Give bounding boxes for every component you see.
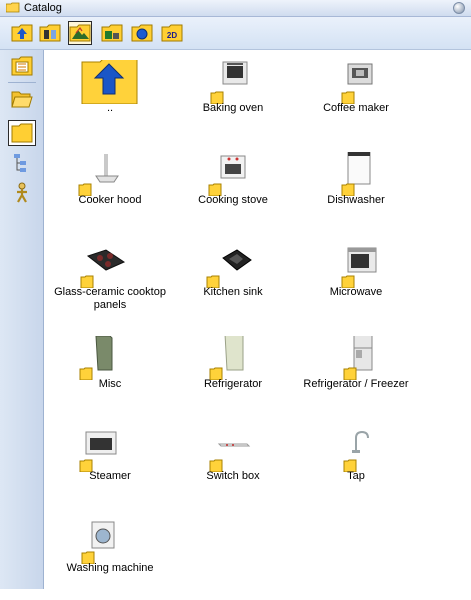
- up-folder-icon: [81, 60, 138, 104]
- catalog-item-label: Misc: [98, 378, 122, 390]
- 2d-view-icon: 2D: [161, 24, 183, 42]
- up-folder-icon: [11, 24, 33, 42]
- person-icon: [17, 182, 27, 203]
- microwave-icon: [341, 247, 377, 288]
- furniture-folder-icon: [101, 24, 123, 42]
- tree-view-button[interactable]: [8, 150, 36, 176]
- refrigerator-freezer-icon: [343, 336, 373, 380]
- catalog-item-label: Refrigerator: [203, 378, 263, 390]
- catalog-item-label: Dishwasher: [327, 194, 385, 206]
- dishwasher-icon: [341, 152, 371, 196]
- furniture-folder-button[interactable]: [100, 21, 124, 45]
- toolbar: 2D: [0, 17, 471, 50]
- catalog-item-refrigerator[interactable]: Refrigerator: [167, 326, 299, 416]
- washing-machine-icon: [81, 521, 115, 564]
- kitchen-sink-icon: [206, 249, 252, 288]
- cooker-hood-icon: [78, 154, 119, 196]
- catalog-item-label: Coffee maker: [323, 102, 389, 114]
- catalog-item-cooker-hood[interactable]: Cooker hood: [44, 142, 176, 232]
- folder-button[interactable]: [8, 120, 36, 146]
- misc-cabinet-icon: [79, 336, 113, 380]
- folder-icon: [6, 2, 20, 13]
- catalog-item-steamer[interactable]: Steamer: [44, 418, 176, 508]
- pin-icon[interactable]: [453, 2, 465, 14]
- calendar-icon: [11, 56, 33, 76]
- catalog-item-refrigerator-freezer[interactable]: Refrigerator / Freezer: [290, 326, 422, 416]
- calendar-button[interactable]: [8, 53, 36, 79]
- catalog-item-label: Kitchen sink: [203, 286, 263, 298]
- person-button[interactable]: [8, 180, 36, 206]
- catalog-item-label: Washing machine: [66, 562, 154, 574]
- coffee-maker-icon: [341, 63, 373, 104]
- tree-view-icon: [14, 154, 26, 172]
- cooking-stove-icon: [208, 155, 246, 196]
- catalog-item-label: Switch box: [206, 470, 260, 482]
- baking-oven-icon: [210, 61, 248, 104]
- catalog-item-dishwasher[interactable]: Dishwasher: [290, 142, 422, 232]
- catalog-item-microwave[interactable]: Microwave: [290, 234, 422, 324]
- catalog-item-label: Glass-ceramic cooktop panels: [54, 286, 166, 311]
- open-folder-button[interactable]: [8, 86, 36, 112]
- catalog-item-label: Cooker hood: [78, 194, 142, 206]
- catalog-item-label: Baking oven: [202, 102, 264, 114]
- up-folder-button[interactable]: [10, 21, 34, 45]
- catalog-item-label: ..: [106, 102, 114, 114]
- globe-button[interactable]: [130, 21, 154, 45]
- landscape-button[interactable]: [68, 21, 92, 45]
- refrigerator-icon: [209, 336, 244, 380]
- steamer-icon: [79, 431, 117, 472]
- catalog-item-glass-ceramic-cooktop-panels[interactable]: Glass-ceramic cooktop panels: [44, 234, 176, 324]
- switch-box-icon: [209, 443, 251, 472]
- catalog-grid: .. Baking oven Coffee maker Cooker hood: [44, 50, 471, 589]
- catalog-item-cooking-stove[interactable]: Cooking stove: [167, 142, 299, 232]
- sidebar: [0, 50, 44, 589]
- catalog-item-kitchen-sink[interactable]: Kitchen sink: [167, 234, 299, 324]
- catalog-view-button[interactable]: [38, 21, 62, 45]
- sidebar-divider: [8, 82, 36, 83]
- catalog-item-coffee-maker[interactable]: Coffee maker: [290, 50, 422, 140]
- catalog-item-washing-machine[interactable]: Washing machine: [44, 510, 176, 600]
- catalog-item-misc[interactable]: Misc: [44, 326, 176, 416]
- 2d-label: 2D: [167, 31, 177, 40]
- catalog-item-parent-folder[interactable]: ..: [44, 50, 176, 140]
- catalog-item-tap[interactable]: Tap: [290, 418, 422, 508]
- globe-icon: [131, 24, 153, 42]
- folder-icon: [11, 123, 33, 143]
- catalog-item-baking-oven[interactable]: Baking oven: [167, 50, 299, 140]
- landscape-icon: [69, 24, 91, 42]
- catalog-item-label: Microwave: [329, 286, 383, 298]
- catalog-item-label: Refrigerator / Freezer: [303, 378, 409, 390]
- cooktop-panel-icon: [80, 249, 126, 288]
- catalog-item-switch-box[interactable]: Switch box: [167, 418, 299, 508]
- catalog-item-label: Tap: [347, 470, 365, 482]
- catalog-item-label: Steamer: [89, 470, 131, 482]
- tap-icon: [343, 430, 369, 472]
- catalog-view-icon: [39, 24, 61, 42]
- catalog-item-label: Cooking stove: [198, 194, 268, 206]
- 2d-view-button[interactable]: 2D: [160, 21, 184, 45]
- window-title: Catalog: [24, 2, 62, 14]
- title-bar: Catalog: [0, 0, 471, 17]
- open-folder-icon: [11, 91, 33, 108]
